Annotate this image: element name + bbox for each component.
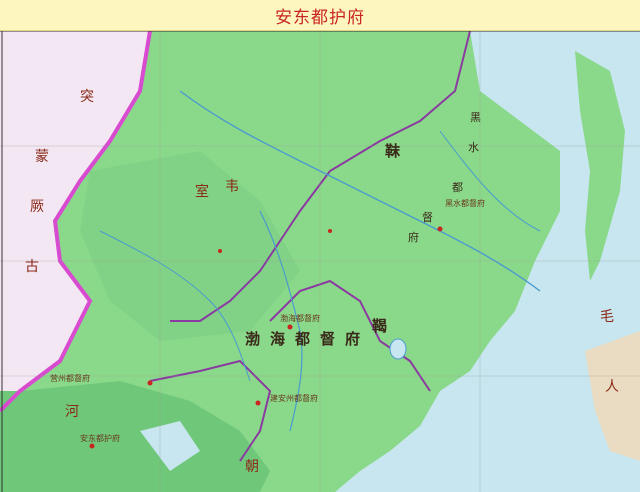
label-he: 河 bbox=[65, 404, 79, 420]
small-label-5: 建安州都督府 bbox=[270, 393, 318, 403]
title-bar: 安东都护府 bbox=[0, 0, 640, 31]
small-label-1: 黑水都督府 bbox=[445, 198, 485, 208]
label-tu: 突 bbox=[80, 89, 94, 105]
label-bohai-2: 海 bbox=[270, 330, 285, 348]
historical-map[interactable]: 靺 鞨 黑 水 都 督 府 室 韦 渤 海 都 督 府 突 厥 古 蒙 朝 毛 … bbox=[0, 31, 640, 492]
label-mohe-2: 鞨 bbox=[372, 317, 387, 335]
label-mohe-1: 靺 bbox=[385, 142, 401, 160]
label-ren: 人 bbox=[605, 379, 619, 395]
label-heishui-4: 督 bbox=[422, 210, 433, 224]
label-bohai-3: 都 bbox=[294, 330, 310, 348]
label-shiwei-2: 韦 bbox=[225, 179, 239, 195]
label-bohai-5: 府 bbox=[345, 330, 360, 348]
label-jue: 厥 bbox=[30, 199, 44, 215]
label-heishui-1: 黑 bbox=[470, 111, 481, 124]
map-frame[interactable]: 靺 鞨 黑 水 都 督 府 室 韦 渤 海 都 督 府 突 厥 古 蒙 朝 毛 … bbox=[0, 31, 640, 492]
label-bohai-1: 渤 bbox=[245, 330, 260, 348]
label-heishui-3: 都 bbox=[452, 181, 463, 194]
small-label-2: 渤海都督府 bbox=[280, 313, 320, 323]
label-heishui-2: 水 bbox=[468, 141, 479, 154]
page-title: 安东都护府 bbox=[275, 7, 365, 28]
label-meng: 蒙 bbox=[35, 149, 49, 165]
label-shiwei-1: 室 bbox=[195, 183, 209, 200]
xingkai-lake bbox=[389, 338, 407, 360]
small-label-4: 安东都护府 bbox=[80, 433, 120, 443]
label-mao: 毛 bbox=[600, 309, 614, 325]
label-bohai-4: 督 bbox=[320, 330, 335, 348]
label-gu: 古 bbox=[25, 259, 39, 275]
label-heishui-5: 府 bbox=[408, 230, 419, 244]
label-chao: 朝 bbox=[245, 459, 259, 475]
small-label-3: 营州都督府 bbox=[50, 373, 90, 383]
